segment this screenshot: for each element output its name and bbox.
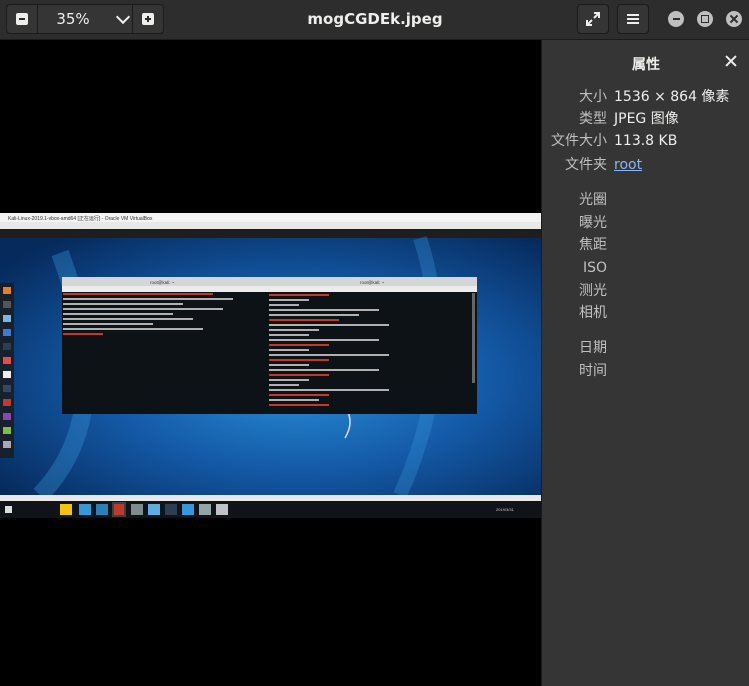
zoom-out-icon <box>16 13 28 25</box>
prop-row-size: 大小 1536 × 864 像素 <box>542 87 749 107</box>
prop-key: 时间 <box>579 363 607 379</box>
folder-link[interactable]: root <box>614 155 642 175</box>
fullscreen-icon <box>586 12 600 26</box>
fullscreen-button[interactable] <box>577 4 609 34</box>
prop-key: 测光 <box>579 283 607 299</box>
prop-value: JPEG 图像 <box>614 111 679 127</box>
screenshot-content: Kali-Linux-2019.1-vbox-amd64 [正在运行] - Or… <box>0 213 541 518</box>
displayed-image: Kali-Linux-2019.1-vbox-amd64 [正在运行] - Or… <box>0 213 541 518</box>
prop-row-date: 日期 <box>542 338 749 358</box>
prop-key: 光圈 <box>579 192 607 208</box>
maximize-icon <box>701 15 709 23</box>
prop-row-time: 时间 <box>542 361 749 381</box>
minimize-button[interactable] <box>668 11 684 27</box>
prop-key: 文件夹 <box>565 157 607 173</box>
prop-key: 文件大小 <box>551 133 607 149</box>
close-button[interactable] <box>726 11 742 27</box>
sidebar-title: 属性 <box>632 57 660 73</box>
sidebar-close-icon[interactable] <box>725 55 737 67</box>
window-title: mogCGDEk.jpeg <box>307 10 443 28</box>
hamburger-icon <box>627 14 639 24</box>
vm-window-title: Kali-Linux-2019.1-vbox-amd64 [正在运行] - Or… <box>8 215 153 222</box>
close-icon <box>730 15 738 23</box>
properties-sidebar: 属性 大小 1536 × 864 像素 类型 JPEG 图像 文件大小 113.… <box>541 40 749 686</box>
prop-row-folder: 文件夹 root <box>542 155 749 175</box>
prop-row-exposure: 曝光 <box>542 213 749 233</box>
prop-key: 曝光 <box>579 215 607 231</box>
zoom-in-button[interactable] <box>132 5 163 33</box>
prop-value: 113.8 KB <box>614 133 678 149</box>
chevron-down-icon <box>115 9 131 25</box>
prop-value: 1536 × 864 像素 <box>614 89 730 105</box>
zoom-in-icon <box>142 13 154 25</box>
terminal-2-title: root@kali: ~ <box>360 280 385 285</box>
prop-key: 日期 <box>579 340 607 356</box>
prop-key: 大小 <box>579 89 607 105</box>
prop-key: 相机 <box>579 305 607 321</box>
prop-row-iso: ISO <box>542 258 749 278</box>
header-bar: 35% mogCGDEk.jpeg <box>0 0 749 40</box>
minimize-icon <box>672 18 680 20</box>
prop-row-camera: 相机 <box>542 303 749 323</box>
prop-row-filesize: 文件大小 113.8 KB <box>542 131 749 151</box>
prop-key: 类型 <box>579 111 607 127</box>
menu-button[interactable] <box>617 4 649 34</box>
taskbar-clock: 2019/3/31 <box>496 507 515 512</box>
prop-key: ISO <box>582 260 607 276</box>
image-view[interactable]: Kali-Linux-2019.1-vbox-amd64 [正在运行] - Or… <box>0 40 541 686</box>
prop-row-focal: 焦距 <box>542 235 749 255</box>
zoom-control: 35% <box>6 4 164 34</box>
prop-row-aperture: 光圈 <box>542 190 749 210</box>
zoom-value[interactable]: 35% <box>38 5 108 33</box>
prop-row-type: 类型 JPEG 图像 <box>542 109 749 129</box>
terminal-1-title: root@kali: ~ <box>150 280 175 285</box>
prop-row-metering: 测光 <box>542 281 749 301</box>
zoom-out-button[interactable] <box>7 5 38 33</box>
maximize-button[interactable] <box>697 11 713 27</box>
prop-key: 焦距 <box>579 237 607 253</box>
